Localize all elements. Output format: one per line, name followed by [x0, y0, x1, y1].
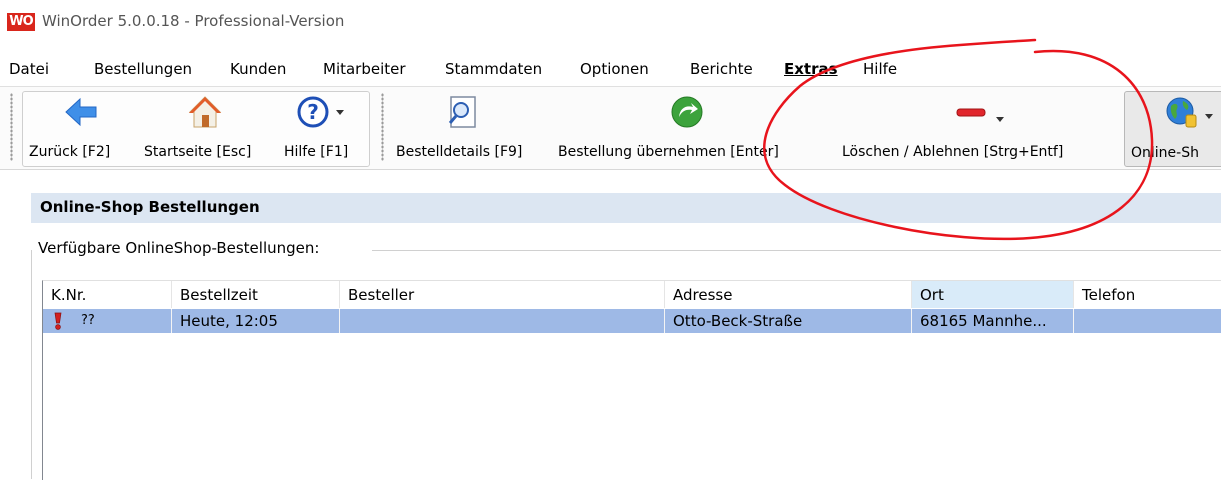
column-label: Ort	[920, 286, 944, 304]
column-header-besteller[interactable]: Besteller	[340, 281, 665, 308]
column-header-knr[interactable]: K.Nr.	[43, 281, 172, 308]
back-arrow-icon	[65, 97, 97, 127]
delete-label: Löschen / Ablehnen [Strg+Entf]	[842, 144, 1064, 160]
online-shop-label: Online-Sh	[1131, 145, 1199, 161]
column-header-ort[interactable]: Ort	[912, 281, 1074, 308]
menu-bestellungen[interactable]: Bestellungen	[94, 60, 192, 78]
column-header-telefon[interactable]: Telefon	[1074, 281, 1221, 308]
cell-ort: 68165 Mannhe...	[912, 309, 1074, 333]
back-label: Zurück [F2]	[29, 144, 111, 160]
delete-reject-button[interactable]: Löschen / Ablehnen [Strg+Entf]	[836, 91, 1120, 165]
orders-list[interactable]: K.Nr. Bestellzeit Besteller Adresse Ort …	[42, 280, 1221, 480]
help-button[interactable]: ? Hilfe [F1]	[272, 91, 366, 165]
column-label: Besteller	[348, 286, 415, 304]
exclamation-icon	[54, 312, 62, 330]
accept-label: Bestellung übernehmen [Enter]	[558, 144, 779, 160]
menu-mitarbeiter[interactable]: Mitarbeiter	[323, 60, 406, 78]
details-button[interactable]: Bestelldetails [F9]	[390, 91, 550, 165]
cell-value: Otto-Beck-Straße	[673, 312, 803, 330]
toolbar-grip[interactable]	[10, 93, 13, 161]
details-icon	[448, 96, 476, 128]
group-box-border	[31, 250, 32, 479]
group-box-border-top	[372, 250, 1221, 251]
menu-stammdaten[interactable]: Stammdaten	[445, 60, 542, 78]
group-box-label: Verfügbare OnlineShop-Bestellungen:	[38, 239, 324, 257]
details-label: Bestelldetails [F9]	[396, 144, 523, 160]
help-icon: ?	[297, 96, 329, 128]
delete-icon	[956, 108, 986, 117]
svg-text:?: ?	[307, 100, 319, 124]
menu-kunden[interactable]: Kunden	[230, 60, 286, 78]
cell-knr-value: ??	[81, 313, 95, 328]
home-icon	[188, 96, 222, 128]
cell-knr: ??	[43, 309, 172, 333]
menu-bar: Datei Bestellungen Kunden Mitarbeiter St…	[0, 53, 1221, 83]
back-button[interactable]: Zurück [F2]	[24, 91, 142, 165]
window-title: WinOrder 5.0.0.18 - Professional-Version	[42, 12, 345, 30]
home-label: Startseite [Esc]	[144, 144, 252, 160]
menu-datei[interactable]: Datei	[9, 60, 49, 78]
column-label: Adresse	[673, 286, 733, 304]
column-label: Bestellzeit	[180, 286, 258, 304]
table-row[interactable]: ?? Heute, 12:05 Otto-Beck-Straße 68165 M…	[43, 309, 1221, 333]
column-header-adresse[interactable]: Adresse	[665, 281, 912, 308]
cell-besteller	[340, 309, 665, 333]
accept-order-button[interactable]: Bestellung übernehmen [Enter]	[552, 91, 834, 165]
online-shop-dropdown-caret[interactable]	[1205, 114, 1213, 119]
cell-bestellzeit: Heute, 12:05	[172, 309, 340, 333]
menu-berichte[interactable]: Berichte	[690, 60, 753, 78]
title-bar: WO WinOrder 5.0.0.18 - Professional-Vers…	[0, 0, 1221, 44]
toolbar: Zurück [F2] Startseite [Esc] ? Hilfe [F1…	[0, 86, 1221, 170]
menu-hilfe[interactable]: Hilfe	[863, 60, 897, 78]
column-header-bestellzeit[interactable]: Bestellzeit	[172, 281, 340, 308]
home-button[interactable]: Startseite [Esc]	[142, 91, 270, 165]
help-dropdown-caret[interactable]	[336, 110, 344, 115]
cell-value: Heute, 12:05	[180, 312, 278, 330]
column-label: Telefon	[1082, 286, 1136, 304]
app-logo: WO	[7, 13, 35, 31]
cell-value: 68165 Mannhe...	[920, 312, 1047, 330]
menu-optionen[interactable]: Optionen	[580, 60, 649, 78]
section-title: Online-Shop Bestellungen	[40, 198, 260, 216]
help-label: Hilfe [F1]	[284, 144, 349, 160]
cell-telefon	[1074, 309, 1221, 333]
cell-adresse: Otto-Beck-Straße	[665, 309, 912, 333]
column-label: K.Nr.	[51, 286, 87, 304]
section-header: Online-Shop Bestellungen	[31, 193, 1221, 223]
menu-extras[interactable]: Extras	[784, 60, 838, 78]
delete-dropdown-caret[interactable]	[996, 117, 1004, 122]
globe-icon	[1166, 97, 1197, 128]
toolbar-grip-2[interactable]	[381, 93, 384, 161]
accept-icon	[671, 96, 703, 128]
online-shop-button[interactable]: Online-Sh	[1124, 91, 1221, 167]
